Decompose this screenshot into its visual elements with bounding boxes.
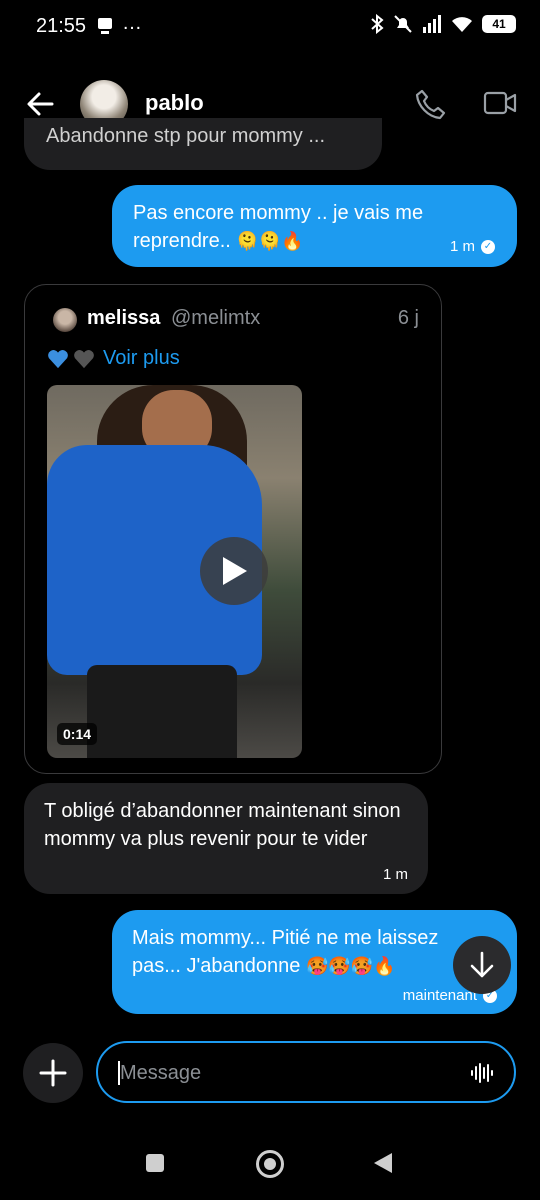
mute-icon	[394, 15, 412, 33]
play-icon	[223, 557, 247, 585]
grey-heart-icon	[74, 349, 94, 368]
quoted-time: 6 j	[397, 307, 419, 329]
battery-indicator: 41	[482, 15, 516, 33]
message-emoji: 🫠🫠🔥	[236, 231, 304, 252]
video-duration: 0:14	[57, 723, 98, 745]
arrow-down-icon	[470, 951, 494, 978]
message-meta: 1 m ✓	[450, 233, 495, 261]
plus-icon	[39, 1059, 67, 1087]
status-more: …	[122, 12, 143, 34]
status-time: 21:55	[36, 15, 87, 37]
blue-heart-icon	[48, 349, 68, 368]
quoted-handle: @melimtx	[171, 307, 261, 329]
wifi-icon	[452, 17, 472, 32]
message-text: Abandonne stp pour mommy ...	[46, 125, 326, 147]
add-attachment-button[interactable]	[23, 1043, 83, 1103]
message-bubble-incoming[interactable]: T obligé d’abandonner maintenant sinon m…	[24, 783, 428, 894]
quoted-name: melissa	[87, 307, 161, 329]
message-text: Mais mommy... Pitié ne me laissez pas...…	[132, 927, 439, 977]
quoted-avatar	[53, 308, 77, 332]
status-icons: 41	[370, 14, 516, 34]
bluetooth-icon	[371, 14, 384, 34]
text-caret	[118, 1061, 120, 1085]
message-text: Pas encore mommy .. je vais me reprendre…	[133, 202, 424, 252]
message-meta: 1 m	[383, 861, 408, 889]
status-bar: 21:55 … 41	[0, 0, 540, 54]
quoted-post-card[interactable]: melissa @melimtx 6 j Voir plus 0:14	[24, 284, 442, 774]
contact-name[interactable]: pablo	[145, 90, 204, 116]
message-emoji: 🥵🥵🥵🔥	[305, 956, 396, 977]
scroll-to-bottom-button[interactable]	[453, 936, 511, 994]
quoted-text: Voir plus	[47, 347, 180, 370]
message-input-box[interactable]	[96, 1041, 516, 1103]
message-bubble-previous: Abandonne stp pour mommy ...	[24, 118, 382, 170]
home-button[interactable]	[256, 1150, 284, 1178]
recent-apps-button[interactable]	[146, 1154, 164, 1172]
video-thumbnail[interactable]: 0:14	[47, 385, 302, 758]
back-arrow-icon[interactable]	[26, 90, 54, 118]
video-icon[interactable]	[483, 90, 517, 116]
play-button[interactable]	[200, 537, 268, 605]
see-more-link[interactable]: Voir plus	[103, 347, 180, 370]
phone-icon[interactable]	[414, 88, 446, 120]
signal-icon	[423, 15, 441, 33]
message-text: T obligé d’abandonner maintenant sinon m…	[44, 800, 401, 850]
thumbnail-legs	[87, 665, 237, 758]
read-check-icon: ✓	[481, 240, 495, 254]
message-time: 1 m	[449, 238, 475, 255]
nav-back-icon[interactable]	[372, 1151, 394, 1175]
audio-wave-icon[interactable]	[470, 1062, 494, 1084]
message-bubble-outgoing[interactable]: Pas encore mommy .. je vais me reprendre…	[112, 185, 517, 267]
message-time: 1 m	[382, 866, 408, 883]
message-input[interactable]	[118, 1057, 462, 1089]
notification-icon	[98, 18, 112, 34]
